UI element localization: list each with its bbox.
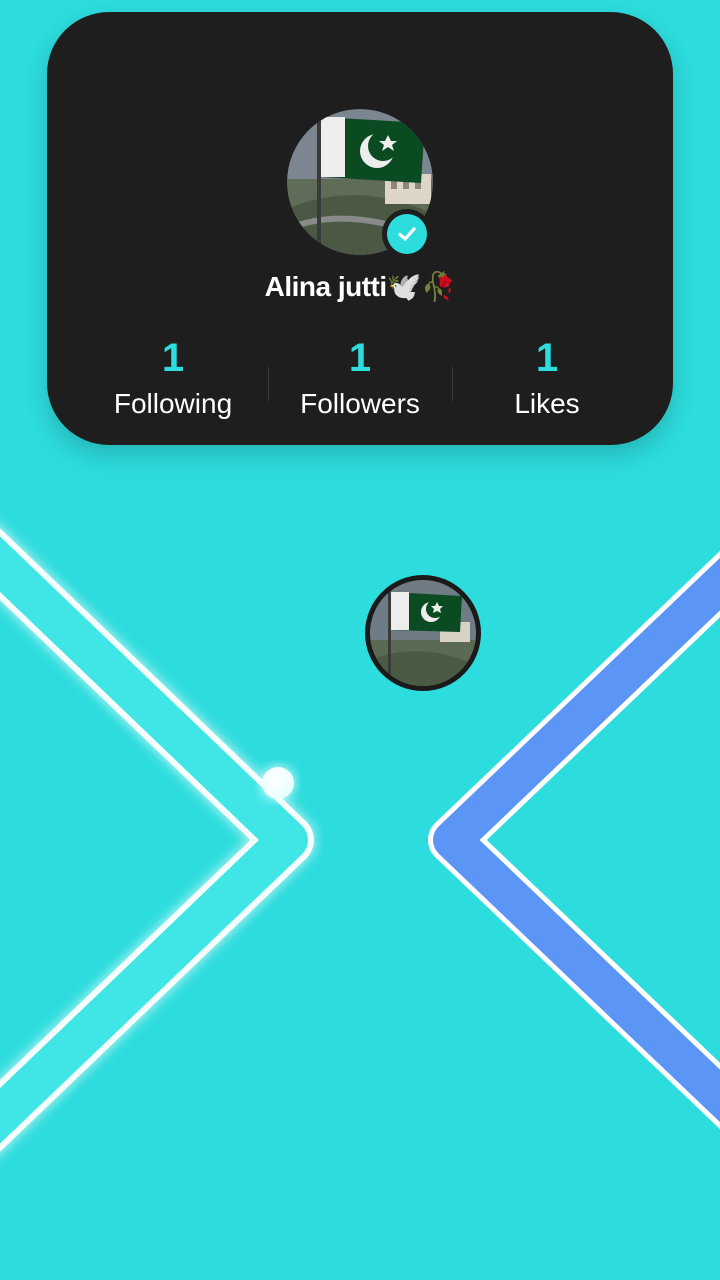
profile-avatar[interactable] — [287, 109, 433, 259]
stat-likes[interactable]: 1 Likes — [447, 334, 647, 428]
profile-stats: 1 Following 1 Followers 1 Likes — [47, 334, 673, 434]
stat-value: 1 — [535, 336, 559, 380]
stat-following[interactable]: 1 Following — [73, 334, 273, 428]
stat-value: 1 — [161, 336, 185, 380]
player-avatar-token — [365, 575, 481, 691]
game-ball — [262, 767, 294, 799]
profile-card: Alina jutti🕊️🥀 1 Following 1 Followers 1… — [47, 12, 673, 445]
checkmark-icon — [398, 227, 416, 241]
stat-label: Likes — [514, 388, 580, 419]
stat-divider — [452, 367, 453, 401]
profile-name: Alina jutti🕊️🥀 — [264, 271, 456, 302]
verified-badge — [382, 209, 432, 259]
left-chevron-wall — [0, 528, 314, 1152]
stat-label: Following — [113, 388, 233, 419]
stat-label: Followers — [300, 388, 420, 419]
stat-value: 1 — [348, 336, 372, 380]
right-chevron-wall — [428, 550, 720, 1130]
stat-followers[interactable]: 1 Followers — [260, 334, 460, 428]
stat-divider — [268, 367, 269, 401]
